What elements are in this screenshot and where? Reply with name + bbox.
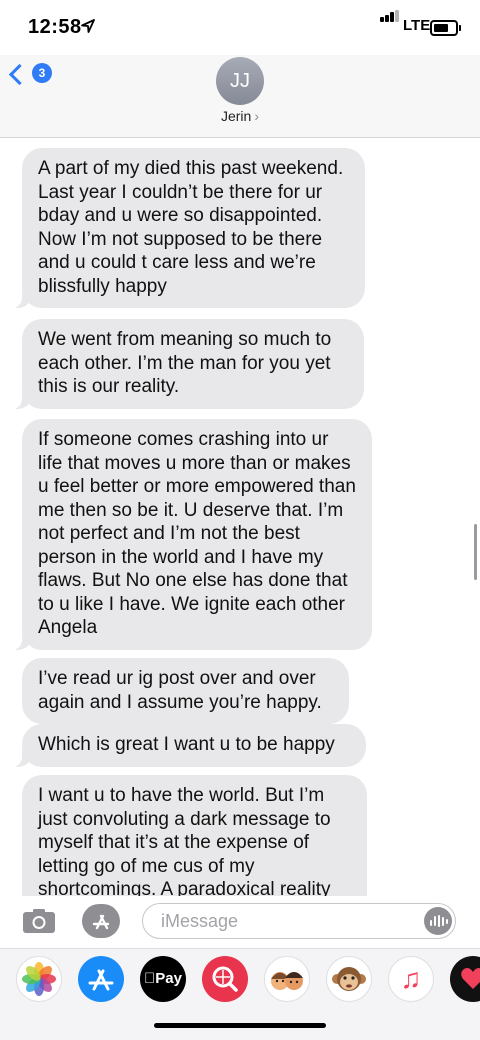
app-drawer: Pay ♫ bbox=[0, 948, 480, 1040]
digital-touch-icon[interactable] bbox=[450, 956, 480, 1002]
message-bubble[interactable]: I’ve read ur ig post over and over again… bbox=[22, 658, 349, 724]
contact-name: Jerin bbox=[220, 108, 252, 124]
message-bubble[interactable]: We went from meaning so much to each oth… bbox=[10, 319, 364, 409]
network-type: LTE bbox=[403, 17, 431, 34]
contact-name-button[interactable]: Jerin › bbox=[0, 108, 480, 124]
location-arrow-icon bbox=[81, 19, 95, 33]
message-bubble[interactable]: Which is great I want u to be happy bbox=[10, 724, 366, 767]
chevron-right-icon: › bbox=[254, 108, 260, 124]
message-bubble[interactable]: A part of my died this past weekend. Las… bbox=[10, 148, 365, 308]
message-bubble[interactable]: I want u to have the world. But I’m just… bbox=[22, 775, 367, 896]
home-indicator[interactable] bbox=[154, 1023, 326, 1028]
chevron-left-icon bbox=[8, 63, 31, 86]
compose-bar bbox=[0, 896, 480, 948]
app-drawer-toggle-icon[interactable] bbox=[82, 904, 120, 938]
animoji-icon[interactable] bbox=[326, 956, 372, 1002]
apple-pay-label: Pay bbox=[149, 970, 182, 987]
battery-icon bbox=[430, 20, 461, 36]
camera-icon[interactable] bbox=[22, 908, 56, 934]
message-bubble[interactable]: If someone comes crashing into ur life t… bbox=[10, 419, 372, 650]
conversation-header: 3 JJ Jerin › bbox=[0, 55, 480, 138]
message-input[interactable] bbox=[159, 910, 413, 933]
status-bar: 12:58 LTE bbox=[0, 0, 480, 58]
app-store-icon[interactable] bbox=[78, 956, 124, 1002]
memoji-stickers-icon[interactable] bbox=[264, 956, 310, 1002]
music-icon[interactable]: ♫ bbox=[388, 956, 434, 1002]
unread-count-badge: 3 bbox=[32, 63, 52, 83]
status-time: 12:58 bbox=[28, 16, 82, 38]
audio-message-icon[interactable] bbox=[424, 907, 452, 935]
photos-icon[interactable] bbox=[16, 956, 62, 1002]
imessage-field[interactable] bbox=[142, 903, 456, 939]
back-button[interactable]: 3 bbox=[8, 63, 56, 93]
apple-pay-icon[interactable]: Pay bbox=[140, 956, 186, 1002]
apple-logo-icon:  bbox=[144, 970, 155, 987]
scrollbar[interactable] bbox=[474, 524, 477, 580]
contact-avatar[interactable]: JJ bbox=[216, 57, 264, 105]
web-images-icon[interactable] bbox=[202, 956, 248, 1002]
message-thread[interactable]: A part of my died this past weekend. Las… bbox=[0, 138, 480, 896]
